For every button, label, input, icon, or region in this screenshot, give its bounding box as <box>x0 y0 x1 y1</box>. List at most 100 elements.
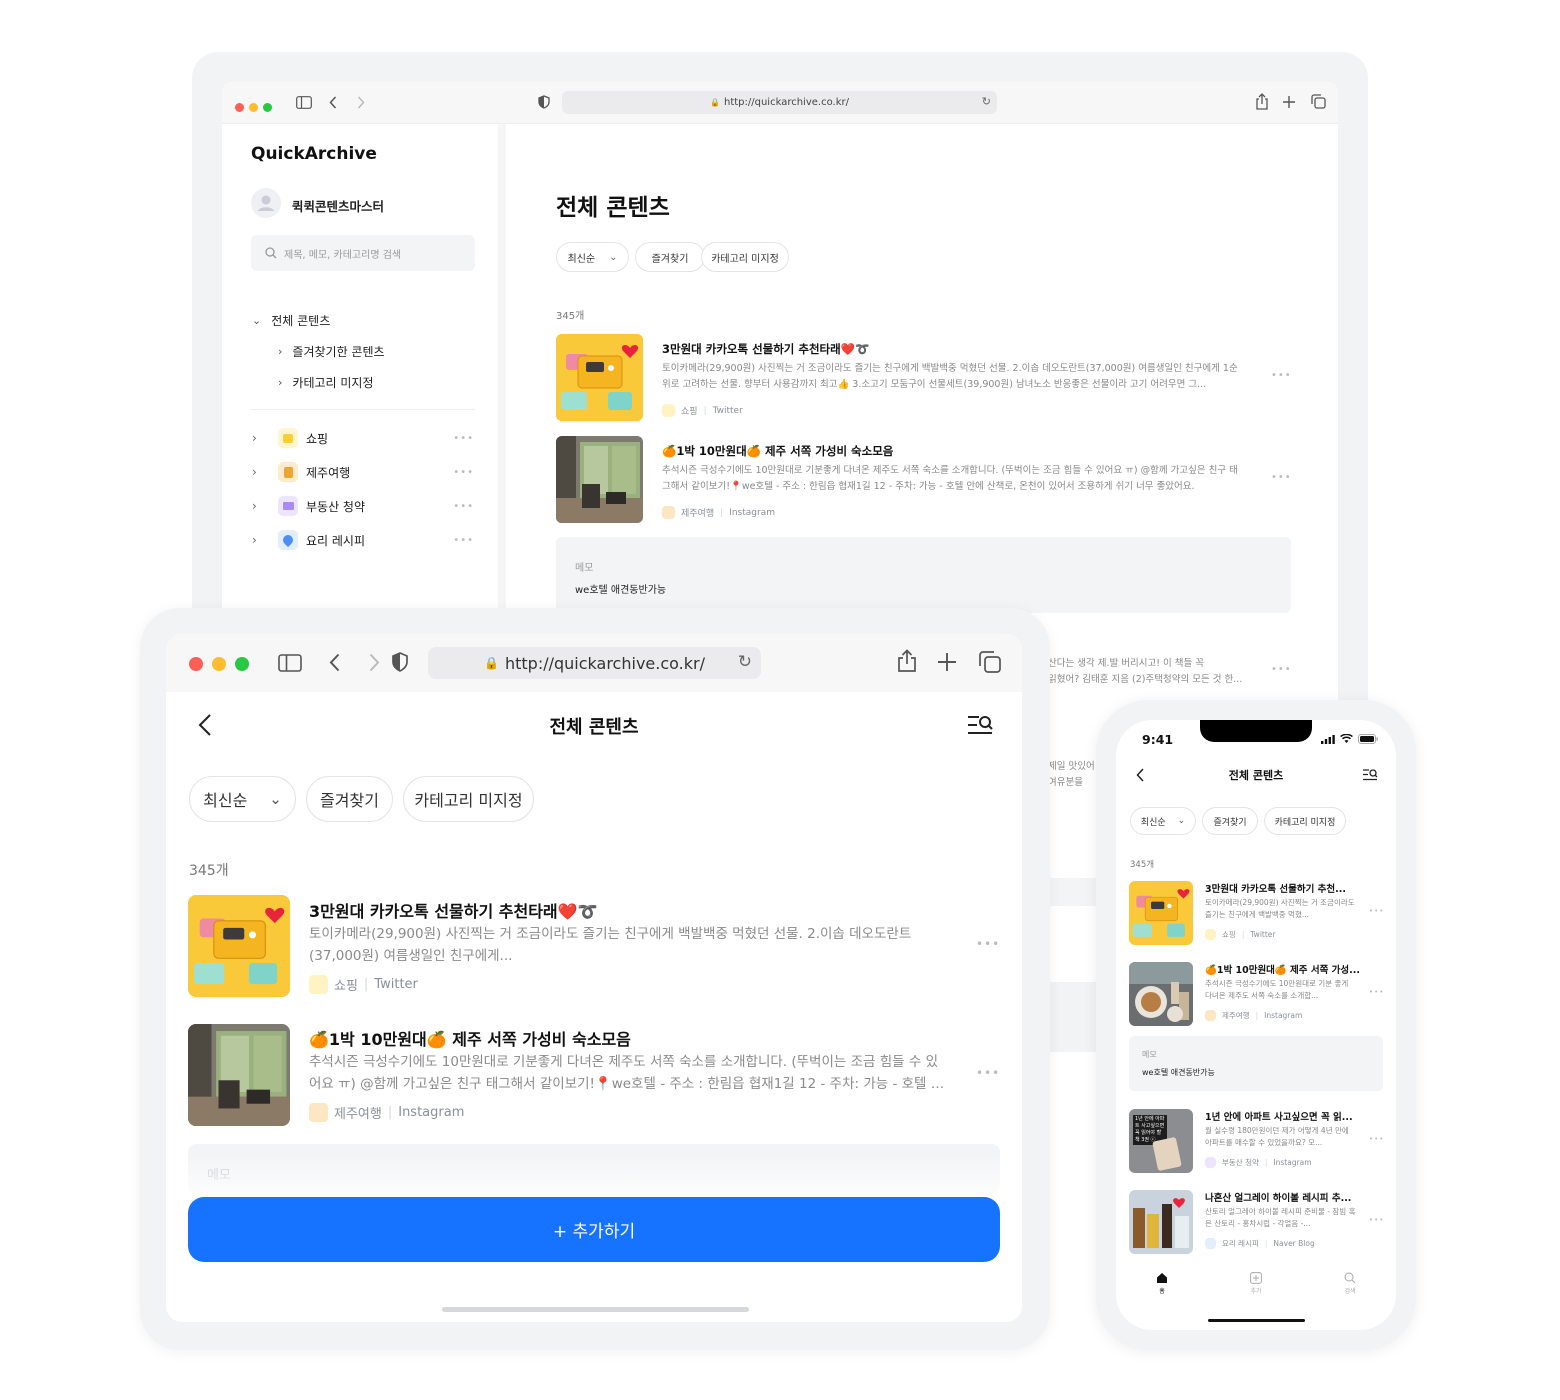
more-icon[interactable]: ••• <box>453 501 474 512</box>
chevron-right-icon[interactable]: › <box>252 533 268 547</box>
filter-search-icon[interactable] <box>967 714 993 736</box>
chevron-down-icon[interactable]: ⌄ <box>252 314 261 327</box>
tabs-overview-icon[interactable] <box>979 651 1001 673</box>
item-more-icon[interactable]: ••• <box>1271 664 1292 675</box>
add-square-icon <box>1250 1272 1262 1284</box>
tab-add[interactable]: 추가 <box>1240 1272 1272 1295</box>
new-tab-icon[interactable] <box>938 653 956 671</box>
sidebar-toggle-icon[interactable] <box>296 96 312 109</box>
list-item[interactable]: 🍊1박 10만원대🍊 제주 서쪽 가성... 추석시즌 극성수기에도 10만원대… <box>1129 962 1383 1027</box>
uncategorized-filter-chip[interactable]: 카테고리 미지정 <box>1264 807 1346 835</box>
chevron-right-icon[interactable]: › <box>252 431 268 445</box>
chevron-down-icon: ⌄ <box>269 790 282 808</box>
avatar[interactable] <box>251 188 281 218</box>
reload-icon[interactable]: ↻ <box>738 652 752 672</box>
sidebar-item-jeju[interactable]: › 제주여행 ••• <box>252 461 474 483</box>
home-indicator <box>1208 1319 1305 1322</box>
forward-icon[interactable] <box>369 653 380 672</box>
item-more-icon[interactable]: ••• <box>1369 1135 1384 1143</box>
share-icon[interactable] <box>897 649 917 673</box>
window-controls[interactable] <box>189 656 256 675</box>
list-item[interactable]: 3만원대 카카오톡 선물하기 추천... 토이카메라(29,900원) 사진찍는… <box>1129 881 1383 946</box>
shield-icon[interactable] <box>538 95 550 109</box>
item-more-icon[interactable]: ••• <box>1369 988 1384 996</box>
browser-toolbar: 🔒 http://quickarchive.co.kr/ ↻ <box>222 82 1338 124</box>
sidebar-item-recipe[interactable]: › 요리 레시피 ••• <box>252 529 474 551</box>
memo-box[interactable]: 메모 we호텔 애견동반가능 <box>1129 1036 1383 1091</box>
status-time: 9:41 <box>1142 732 1174 747</box>
more-icon[interactable]: ••• <box>453 433 474 444</box>
item-thumbnail <box>556 334 643 421</box>
item-more-icon[interactable]: ••• <box>1271 472 1292 483</box>
shield-icon[interactable] <box>392 652 408 672</box>
forward-icon[interactable] <box>357 96 365 109</box>
item-title: 나혼산 얼그레이 하이볼 레시피 추... <box>1205 1193 1352 1204</box>
list-item[interactable]: 나혼산 얼그레이 하이볼 레시피 추... 산토리 얼그레이 하이볼 레시피 준… <box>1129 1190 1383 1255</box>
sort-dropdown[interactable]: 최신순 ⌄ <box>556 242 629 272</box>
chevron-down-icon: ⌄ <box>1177 816 1186 826</box>
tree-item-favorites[interactable]: › 즐겨찾기한 콘텐츠 <box>278 343 385 360</box>
item-title: 🍊1박 10만원대🍊 제주 서쪽 가성... <box>1205 965 1360 976</box>
list-item[interactable]: 3만원대 카카오톡 선물하기 추천타래❤️➰ 토이카메라(29,900원) 사진… <box>188 895 1000 997</box>
tree-item-all-contents[interactable]: ⌄ 전체 콘텐츠 <box>252 312 330 329</box>
tablet-browser-window: 🔒 http://quickarchive.co.kr/ ↻ 전체 콘텐츠 최신… <box>166 634 1022 1322</box>
favorite-filter-chip[interactable]: 즐겨찾기 <box>635 242 705 272</box>
item-thumbnail <box>1129 1190 1193 1254</box>
divider <box>251 409 475 410</box>
item-meta: 제주여행 | Instagram <box>309 1103 464 1122</box>
item-title: 3만원대 카카오톡 선물하기 추천타래❤️➰ <box>662 342 870 356</box>
item-source: Instagram <box>1273 1158 1312 1167</box>
item-thumbnail: 1년 안에 아파트 사고싶으면 꼭 읽어야 할 책 3권 ⓒ <box>1129 1109 1193 1173</box>
share-icon[interactable] <box>1255 93 1269 110</box>
sidebar-item-realestate[interactable]: › 부동산 청약 ••• <box>252 495 474 517</box>
chevron-right-icon[interactable]: › <box>252 465 268 479</box>
item-more-icon[interactable]: ••• <box>1369 907 1384 915</box>
tree-item-uncategorized[interactable]: › 카테고리 미지정 <box>278 374 374 391</box>
address-bar[interactable]: 🔒 http://quickarchive.co.kr/ ↻ <box>562 91 997 114</box>
app-logo[interactable]: QuickArchive <box>251 144 377 164</box>
favorite-filter-chip[interactable]: 즐겨찾기 <box>1202 807 1258 835</box>
uncategorized-filter-chip[interactable]: 카테고리 미지정 <box>403 776 534 822</box>
search-input[interactable]: 제목, 메모, 카테고리명 검색 <box>251 235 475 271</box>
chevron-down-icon: ⌄ <box>609 251 618 263</box>
list-item[interactable]: 🍊1박 10만원대🍊 제주 서쪽 가성비 숙소모음 추석시즌 극성수기에도 10… <box>188 1024 1000 1126</box>
uncategorized-filter-chip[interactable]: 카테고리 미지정 <box>701 242 789 272</box>
sidebar-item-shopping[interactable]: › 쇼핑 ••• <box>252 427 474 449</box>
list-item[interactable]: 3만원대 카카오톡 선물하기 추천타래❤️➰ 토이카메라(29,900원) 사진… <box>556 334 1291 422</box>
tangerine-icon <box>1205 1010 1216 1021</box>
favorite-filter-chip[interactable]: 즐겨찾기 <box>306 776 393 822</box>
item-more-icon[interactable]: ••• <box>976 1066 1000 1080</box>
window-controls[interactable] <box>235 97 279 116</box>
add-button[interactable]: + 추가하기 <box>188 1197 1000 1262</box>
back-icon[interactable] <box>329 653 340 672</box>
chevron-right-icon[interactable]: › <box>252 499 268 513</box>
item-more-icon[interactable]: ••• <box>1369 1216 1384 1224</box>
filter-search-icon[interactable] <box>1362 768 1378 781</box>
tab-search[interactable]: 검색 <box>1334 1272 1366 1295</box>
bottom-tab-bar: 홈 추가 검색 <box>1116 1270 1396 1310</box>
shopping-bag-icon <box>278 428 298 448</box>
memo-text: we호텔 애견동반가능 <box>1142 1068 1215 1077</box>
list-item[interactable]: 1년 안에 아파트 사고싶으면 꼭 읽어야 할 책 3권 ⓒ 1년 안에 아파트… <box>1129 1109 1383 1174</box>
tab-home[interactable]: 홈 <box>1146 1272 1178 1295</box>
list-item[interactable]: 🍊1박 10만원대🍊 제주 서쪽 가성비 숙소모음 추석시즌 극성수기에도 10… <box>556 436 1291 524</box>
address-bar[interactable]: 🔒 http://quickarchive.co.kr/ ↻ <box>428 647 761 679</box>
more-icon[interactable]: ••• <box>453 467 474 478</box>
new-tab-icon[interactable] <box>1283 96 1295 108</box>
sidebar-toggle-icon[interactable] <box>278 654 302 672</box>
memo-box[interactable]: 메모 we호텔 애견동반가능 <box>556 537 1291 613</box>
item-meta: 쇼핑 | Twitter <box>309 975 418 994</box>
chevron-right-icon[interactable]: › <box>278 376 282 389</box>
chevron-right-icon[interactable]: › <box>278 345 282 358</box>
item-more-icon[interactable]: ••• <box>1271 370 1292 381</box>
reload-icon[interactable]: ↻ <box>982 95 991 108</box>
item-more-icon[interactable]: ••• <box>976 937 1000 951</box>
more-icon[interactable]: ••• <box>453 535 474 546</box>
search-placeholder: 제목, 메모, 카테고리명 검색 <box>284 249 402 261</box>
category-label: 요리 레시피 <box>306 533 366 548</box>
sort-dropdown[interactable]: 최신순 ⌄ <box>189 776 296 822</box>
tabs-overview-icon[interactable] <box>1311 94 1326 109</box>
sort-dropdown[interactable]: 최신순 ⌄ <box>1130 807 1196 835</box>
search-icon <box>265 247 277 259</box>
back-icon[interactable] <box>329 96 337 109</box>
